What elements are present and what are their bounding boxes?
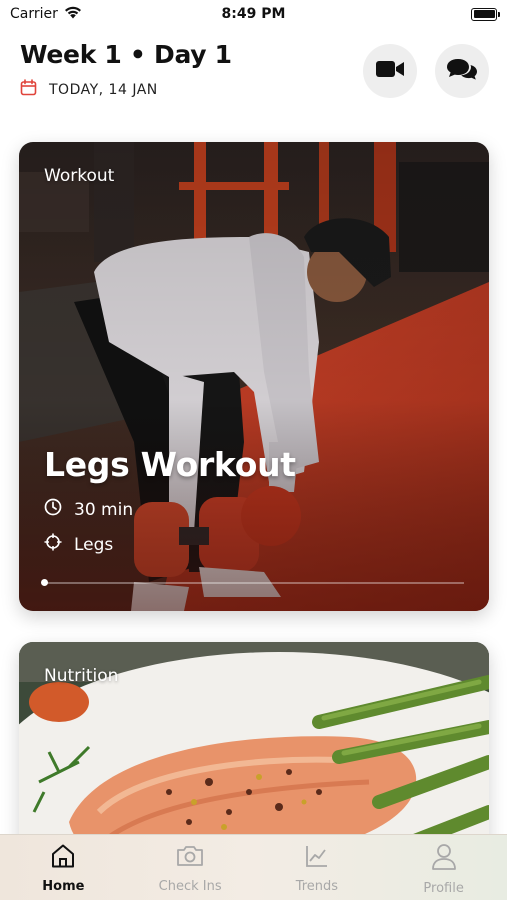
- tab-profile[interactable]: Profile: [389, 843, 499, 896]
- crosshair-icon: [44, 533, 62, 556]
- status-bar: Carrier 8:49 PM: [0, 0, 507, 28]
- messages-button[interactable]: [435, 44, 489, 98]
- home-icon: [50, 843, 76, 873]
- workout-section-label: Workout: [44, 166, 115, 186]
- tab-trends[interactable]: Trends: [262, 843, 372, 894]
- tab-home[interactable]: Home: [8, 843, 118, 894]
- header: Week 1 • Day 1 TODAY, 14 JAN: [20, 40, 489, 110]
- carrier-label: Carrier: [10, 6, 58, 22]
- tab-trends-label: Trends: [295, 879, 339, 894]
- target-label: Legs: [74, 534, 114, 555]
- date-label: TODAY, 14 JAN: [49, 81, 158, 98]
- camera-icon: [176, 843, 204, 873]
- nutrition-section-label: Nutrition: [44, 666, 119, 686]
- battery-icon: [471, 7, 500, 21]
- tab-check-ins-label: Check Ins: [158, 879, 222, 894]
- header-actions: [363, 44, 489, 98]
- tab-home-label: Home: [42, 879, 85, 894]
- target-row: Legs: [44, 533, 113, 556]
- calendar-icon: [20, 79, 37, 100]
- workout-progress-bar: [41, 579, 464, 586]
- duration-row: 30 min: [44, 498, 133, 521]
- tab-bar: Home Check Ins Trends Profile: [0, 834, 507, 900]
- chart-icon: [304, 843, 330, 873]
- video-call-button[interactable]: [363, 44, 417, 98]
- workout-title: Legs Workout: [44, 445, 296, 484]
- chat-bubbles-icon: [446, 57, 478, 85]
- clock-icon: [44, 498, 62, 521]
- profile-icon: [431, 843, 457, 875]
- duration-label: 30 min: [74, 499, 134, 520]
- tab-check-ins[interactable]: Check Ins: [135, 843, 245, 894]
- wifi-icon: [64, 6, 82, 23]
- workout-card[interactable]: Workout Legs Workout 30 min Legs: [19, 142, 489, 611]
- video-camera-icon: [375, 59, 405, 83]
- tab-profile-label: Profile: [423, 881, 464, 896]
- progress-indicator: [41, 579, 48, 586]
